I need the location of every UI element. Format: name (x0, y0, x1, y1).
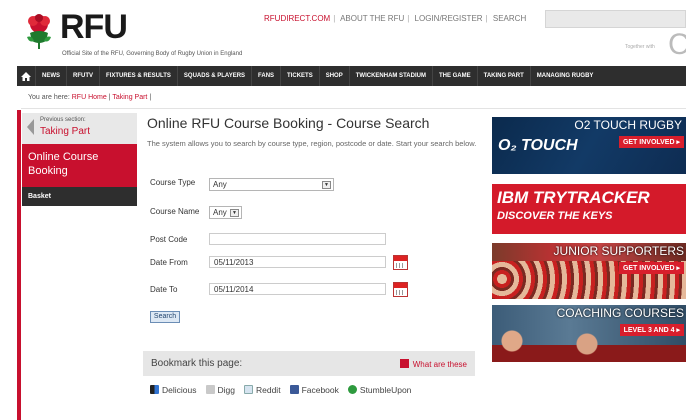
home-icon[interactable] (17, 66, 35, 86)
banner-ibm-trytracker[interactable]: IBM TRYTRACKER DISCOVER THE KEYS (492, 184, 686, 234)
bookmark-bar: Bookmark this page: What are these (143, 351, 475, 376)
o2-touch-logo: O₂ TOUCH (498, 137, 578, 154)
social-delicious[interactable]: Delicious (150, 385, 197, 395)
facebook-icon (289, 385, 299, 394)
banner-o2-button[interactable]: GET INVOLVED ▸ (618, 136, 684, 148)
nav-squads-players[interactable]: SQUADS & PLAYERS (176, 66, 251, 86)
date-to-label: Date To (150, 285, 178, 294)
social-reddit-label: Reddit (255, 385, 281, 395)
course-name-label: Course Name (150, 207, 200, 216)
nav-managing-rugby[interactable]: MANAGING RUGBY (529, 66, 600, 86)
social-digg-label: Digg (217, 385, 235, 395)
nav-taking-part[interactable]: TAKING PART (476, 66, 530, 86)
date-from-label: Date From (150, 258, 188, 267)
previous-section-label: Previous section: (40, 117, 86, 123)
left-accent-bar (17, 110, 21, 420)
nav-fans[interactable]: FANS (251, 66, 280, 86)
rfu-logo-text[interactable]: RFU (60, 8, 128, 47)
back-arrow-icon (27, 119, 34, 135)
top-link-about[interactable]: ABOUT THE RFU (340, 14, 404, 23)
bookmark-title: Bookmark this page: (151, 358, 243, 369)
search-button[interactable]: Search (150, 311, 180, 323)
nav-fixtures-results[interactable]: FIXTURES & RESULTS (99, 66, 177, 86)
banner-coaching-title: COACHING COURSES (556, 306, 684, 320)
top-link-rfudirect[interactable]: RFUDIRECT.COM (264, 14, 330, 23)
banner-o2-title: O2 TOUCH RUGBY (574, 118, 682, 132)
digg-icon (205, 385, 215, 394)
social-stumbleupon-label: StumbleUpon (359, 385, 412, 395)
social-digg[interactable]: Digg (205, 385, 235, 395)
date-from-input[interactable]: 05/11/2013 (209, 256, 386, 268)
what-are-these-label: What are these (412, 360, 467, 369)
dropdown-arrow-icon: ▼ (322, 181, 331, 189)
banner-junior-supporters[interactable]: JUNIOR SUPPORTERS GET INVOLVED ▸ (492, 243, 686, 299)
post-code-label: Post Code (150, 235, 188, 244)
breadcrumb-prefix: You are here: (28, 94, 70, 101)
nav-twickenham-stadium[interactable]: TWICKENHAM STADIUM (348, 66, 432, 86)
course-name-select[interactable]: Any ▼ (209, 206, 242, 219)
course-type-value: Any (213, 180, 227, 189)
nav-shop[interactable]: SHOP (318, 66, 349, 86)
banner-ibm-subtitle: DISCOVER THE KEYS (497, 210, 613, 222)
calendar-icon[interactable] (393, 282, 408, 297)
calendar-icon[interactable] (393, 255, 408, 270)
course-type-select[interactable]: Any ▼ (209, 178, 334, 191)
social-delicious-label: Delicious (162, 385, 197, 395)
breadcrumb-separator: | (108, 94, 111, 101)
site-tagline: Official Site of the RFU, Governing Body… (62, 51, 243, 57)
top-links: RFUDIRECT.COM | ABOUT THE RFU | LOGIN/REGI… (264, 14, 527, 23)
search-input[interactable] (545, 10, 686, 28)
breadcrumb-home[interactable]: RFU Home (72, 94, 107, 101)
banner-coaching-button[interactable]: LEVEL 3 AND 4 ▸ (619, 324, 684, 336)
nav-the-game[interactable]: THE GAME (431, 66, 477, 86)
social-links: Delicious Digg Reddit Facebook StumbleUp… (150, 385, 411, 395)
sidebar-item-basket[interactable]: Basket (22, 187, 137, 206)
help-icon (399, 359, 409, 368)
page-title: Online RFU Course Booking - Course Searc… (147, 115, 430, 131)
reddit-icon (243, 385, 253, 394)
top-link-login[interactable]: LOGIN/REGISTER (415, 14, 483, 23)
course-type-label: Course Type (150, 178, 196, 187)
banner-o2-touch-rugby[interactable]: O2 TOUCH RUGBY O₂ TOUCH GET INVOLVED ▸ (492, 117, 686, 174)
social-facebook[interactable]: Facebook (289, 385, 339, 395)
course-name-value: Any (213, 208, 227, 217)
main-nav: NEWS RFUTV FIXTURES & RESULTS SQUADS & P… (17, 66, 686, 86)
stumbleupon-icon (347, 385, 357, 394)
date-to-input[interactable]: 05/11/2014 (209, 283, 386, 295)
social-reddit[interactable]: Reddit (243, 385, 281, 395)
sponsor-label: Together with (625, 44, 655, 50)
nav-tickets[interactable]: TICKETS (280, 66, 319, 86)
banner-junior-title: JUNIOR SUPPORTERS (553, 244, 684, 258)
post-code-input[interactable] (209, 233, 386, 245)
sidebar-item-online-course-booking[interactable]: Online Course Booking (22, 144, 137, 187)
banner-junior-button[interactable]: GET INVOLVED ▸ (618, 262, 684, 274)
breadcrumb-current[interactable]: Taking Part (112, 94, 147, 101)
previous-section-link[interactable]: Previous section: Taking Part (22, 113, 137, 144)
breadcrumb-separator: | (149, 94, 152, 101)
nav-news[interactable]: NEWS (35, 66, 66, 86)
social-stumbleupon[interactable]: StumbleUpon (347, 385, 412, 395)
sponsor-logo[interactable]: C (668, 28, 686, 62)
dropdown-arrow-icon: ▼ (230, 209, 239, 217)
top-link-search-label: SEARCH (492, 14, 527, 23)
previous-section-title: Taking Part (40, 126, 91, 137)
breadcrumb: You are here: RFU Home | Taking Part | (28, 94, 151, 101)
rose-logo-icon[interactable] (22, 11, 56, 51)
what-are-these-link[interactable]: What are these (399, 359, 467, 369)
site-header: RFU Official Site of the RFU, Governing … (0, 0, 686, 66)
delicious-icon (150, 385, 159, 394)
banner-ibm-title: IBM TRYTRACKER (497, 188, 650, 207)
banner-coaching-courses[interactable]: COACHING COURSES LEVEL 3 AND 4 ▸ (492, 305, 686, 362)
page-description: The system allows you to search by cours… (147, 139, 477, 148)
divider (21, 108, 686, 109)
nav-rfutv[interactable]: RFUTV (66, 66, 99, 86)
social-facebook-label: Facebook (301, 385, 339, 395)
